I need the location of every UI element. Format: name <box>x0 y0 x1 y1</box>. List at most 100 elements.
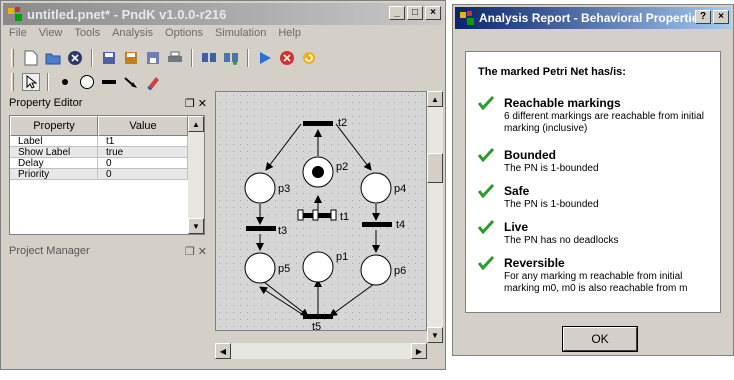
reset-icon[interactable] <box>300 49 318 67</box>
selection-handle-mid[interactable] <box>312 209 319 221</box>
dialog-titlebar[interactable]: Analysis Report - Behavioral Properties … <box>455 7 731 29</box>
property-title: Bounded <box>504 148 556 162</box>
save-as-icon[interactable] <box>122 49 140 67</box>
project-manager-header: Project Manager ❐ ✕ <box>5 241 211 261</box>
place-p4[interactable] <box>360 172 392 204</box>
scroll-down-icon[interactable]: ▼ <box>427 327 443 343</box>
save-icon[interactable] <box>100 49 118 67</box>
property-table-scrollbar[interactable]: ▲ ▼ <box>188 116 204 234</box>
panel-float-close-icons[interactable]: ❐ ✕ <box>185 97 207 110</box>
check-icon <box>478 96 494 110</box>
app-logo-icon <box>459 10 475 26</box>
help-button[interactable]: ? <box>695 10 711 24</box>
check-icon <box>478 256 494 270</box>
property-value[interactable]: 0 <box>98 169 188 180</box>
label-p2: p2 <box>336 161 348 173</box>
transition-t5[interactable] <box>303 314 333 319</box>
main-toolbar <box>5 45 441 71</box>
selection-handle-right[interactable] <box>330 209 337 221</box>
dialog-close-button[interactable]: × <box>713 10 729 24</box>
menu-analysis[interactable]: Analysis <box>112 27 153 45</box>
table-row[interactable]: Delay 0 <box>10 158 204 169</box>
property-description: The PN is 1-bounded <box>504 163 599 174</box>
label-p6: p6 <box>394 265 406 277</box>
column-value[interactable]: Value <box>98 116 188 136</box>
ok-button[interactable]: OK <box>562 326 638 352</box>
play-icon[interactable] <box>256 49 274 67</box>
label-t4: t4 <box>396 219 405 231</box>
main-window: untitled.pnet* - PndK v1.0.0-r216 _ □ × … <box>0 0 446 370</box>
menu-options[interactable]: Options <box>165 27 203 45</box>
stop-icon[interactable] <box>278 49 296 67</box>
menu-help[interactable]: Help <box>278 27 301 45</box>
property-name: Label <box>10 136 98 147</box>
selection-handle-left[interactable] <box>297 209 304 221</box>
check-icon <box>478 220 494 234</box>
canvas-vertical-scrollbar[interactable]: ▲ ▼ <box>427 91 443 343</box>
project-manager-title: Project Manager <box>9 245 90 257</box>
menu-file[interactable]: File <box>9 27 27 45</box>
check-icon <box>478 184 494 198</box>
scroll-thumb[interactable] <box>427 153 443 183</box>
menu-tools[interactable]: Tools <box>74 27 100 45</box>
table-row[interactable]: Label t1 <box>10 136 204 147</box>
property-table: Property Value Label t1 Show Label true … <box>9 115 205 235</box>
scroll-up-icon[interactable]: ▲ <box>188 116 204 132</box>
new-file-icon[interactable] <box>22 49 40 67</box>
export-icon[interactable] <box>144 49 162 67</box>
table-row[interactable]: Priority 0 <box>10 169 204 180</box>
transition-tool-icon[interactable] <box>100 73 118 91</box>
report-heading: The marked Petri Net has/is: <box>478 66 626 78</box>
menu-simulation[interactable]: Simulation <box>215 27 266 45</box>
property-value[interactable]: t1 <box>98 136 188 147</box>
transition-t4[interactable] <box>362 222 392 227</box>
transitions <box>246 121 392 319</box>
dialog-title: Analysis Report - Behavioral Properties <box>479 11 706 25</box>
print-icon[interactable] <box>166 49 184 67</box>
project-manager-area[interactable] <box>9 263 205 363</box>
place-p5[interactable] <box>244 252 276 284</box>
label-p4: p4 <box>394 183 406 195</box>
maximize-button[interactable]: □ <box>407 6 423 20</box>
label-p3: p3 <box>278 183 290 195</box>
toolbar-grip-2[interactable] <box>11 73 14 91</box>
report-panel: The marked Petri Net has/is: Reachable m… <box>465 51 721 313</box>
place-tool-icon[interactable] <box>78 73 96 91</box>
scroll-right-icon[interactable]: ▶ <box>411 343 427 359</box>
token-tool-icon[interactable] <box>56 73 74 91</box>
property-description: The PN is 1-bounded <box>504 199 599 210</box>
main-titlebar[interactable]: untitled.pnet* - PndK v1.0.0-r216 _ □ × <box>3 3 443 25</box>
property-value[interactable]: 0 <box>98 158 188 169</box>
menu-view[interactable]: View <box>39 27 63 45</box>
panel-float-close-icons[interactable]: ❐ ✕ <box>185 245 207 258</box>
column-property[interactable]: Property <box>10 116 98 136</box>
find-icon[interactable] <box>200 49 218 67</box>
scroll-left-icon[interactable]: ◀ <box>215 343 231 359</box>
eraser-tool-icon[interactable] <box>144 73 162 91</box>
close-button[interactable]: × <box>425 6 441 20</box>
scroll-up-icon[interactable]: ▲ <box>427 91 443 107</box>
open-folder-icon[interactable] <box>44 49 62 67</box>
transition-t3[interactable] <box>246 226 276 231</box>
close-doc-icon[interactable] <box>66 49 84 67</box>
petri-net-canvas[interactable]: t2 p2 p3 p4 t1 t3 t4 p1 p5 p6 t5 <box>215 91 427 333</box>
table-row[interactable]: Show Label true <box>10 147 204 158</box>
petri-net-diagram[interactable]: t2 p2 p3 p4 t1 t3 t4 p1 p5 p6 t5 <box>216 92 426 333</box>
property-editor-title: Property Editor <box>9 97 83 109</box>
place-p6[interactable] <box>360 254 392 286</box>
arc-tool-icon[interactable] <box>122 73 140 91</box>
place-p1[interactable] <box>302 251 334 283</box>
minimize-button[interactable]: _ <box>389 6 405 20</box>
property-table-header: Property Value <box>10 116 204 136</box>
check-icon <box>478 148 494 162</box>
pointer-tool-icon[interactable] <box>22 73 40 91</box>
transition-t2[interactable] <box>303 121 333 126</box>
toolbar-grip[interactable] <box>11 49 14 67</box>
find-next-icon[interactable] <box>222 49 240 67</box>
canvas-horizontal-scrollbar[interactable]: ◀ ▶ <box>215 343 427 359</box>
label-p1: p1 <box>336 251 348 263</box>
place-p3[interactable] <box>244 172 276 204</box>
property-value[interactable]: true <box>98 147 188 158</box>
drawing-toolbar <box>5 71 441 93</box>
scroll-down-icon[interactable]: ▼ <box>188 218 204 234</box>
